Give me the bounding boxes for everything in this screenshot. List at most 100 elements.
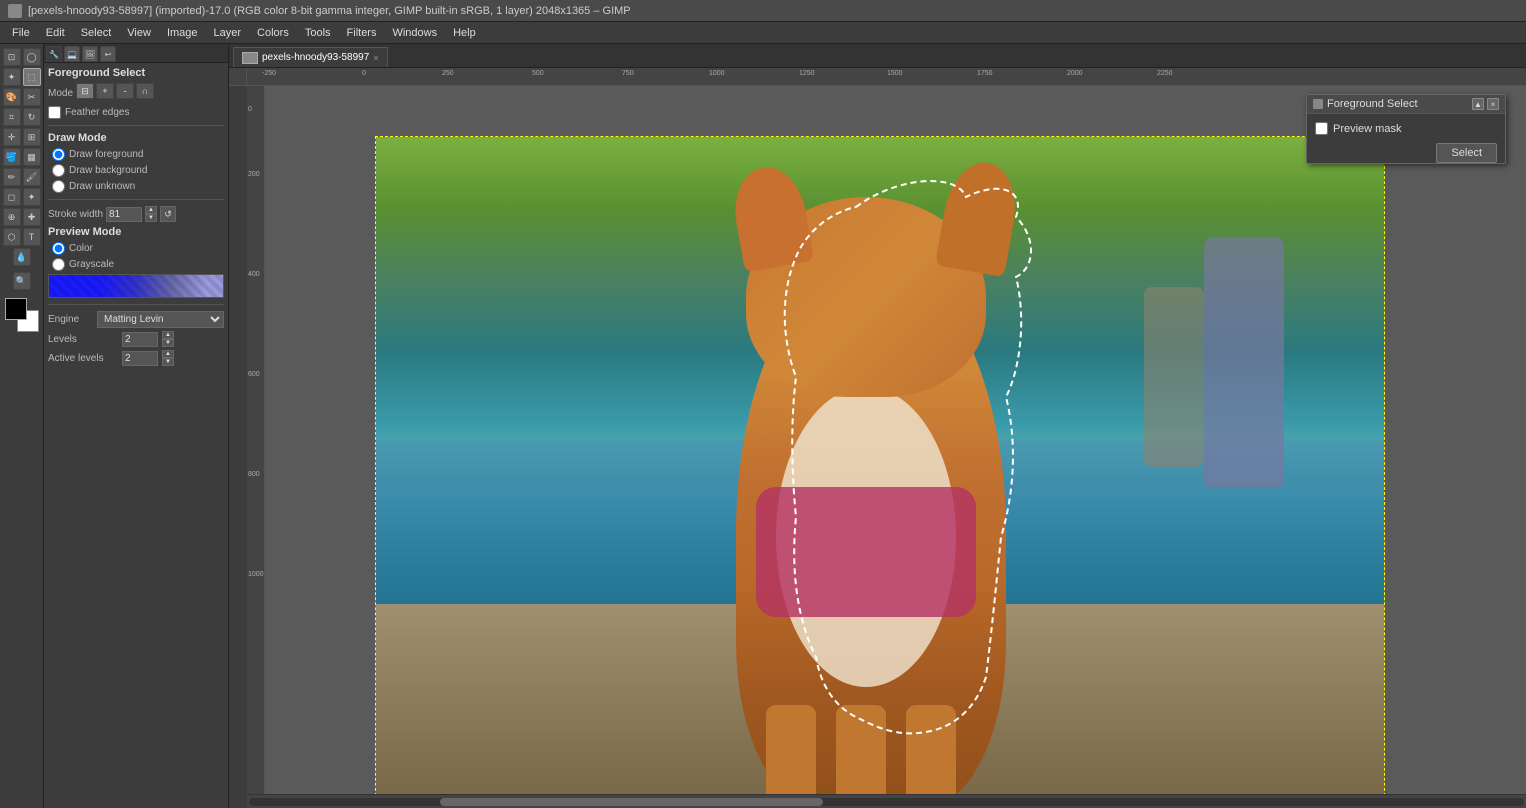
tool-row-8: ◻ ✦ <box>3 188 41 206</box>
tool-move[interactable]: ✛ <box>3 128 21 146</box>
dialog-title-bar: Foreground Select ▲ × <box>1307 95 1505 114</box>
stroke-spin: ▲ ▼ <box>145 206 157 222</box>
menu-windows[interactable]: Windows <box>384 25 445 41</box>
foreground-color-swatch[interactable] <box>5 298 27 320</box>
menu-view[interactable]: View <box>119 25 159 41</box>
preview-grayscale-radio[interactable] <box>52 258 65 271</box>
menu-layer[interactable]: Layer <box>206 25 250 41</box>
active-levels-input[interactable]: 2 <box>122 351 158 366</box>
canvas-tab-close[interactable]: × <box>373 53 378 63</box>
stroke-up[interactable]: ▲ <box>145 206 157 214</box>
dialog-minimize[interactable]: ▲ <box>1472 98 1484 110</box>
canvas-tab-preview <box>242 52 258 64</box>
tool-rotate[interactable]: ↻ <box>23 108 41 126</box>
select-button[interactable]: Select <box>1436 143 1497 163</box>
ruler-horizontal: -250 0 250 500 750 1000 1250 1500 1750 2… <box>247 68 1526 86</box>
stroke-width-row: Stroke width 81 ▲ ▼ ↺ <box>48 206 224 222</box>
tool-clone[interactable]: ⊕ <box>3 208 21 226</box>
tool-color-pick[interactable]: 💧 <box>13 248 31 266</box>
preview-mask-label: Preview mask <box>1333 123 1401 135</box>
divider-1 <box>48 125 224 126</box>
draw-mode-title: Draw Mode <box>48 132 224 144</box>
person-figure-2 <box>1144 287 1204 467</box>
tool-free-select[interactable]: ✦ <box>3 68 21 86</box>
feather-edges-checkbox[interactable] <box>48 106 61 119</box>
scroll-thumb-h[interactable] <box>440 798 823 806</box>
draw-unknown-label: Draw unknown <box>69 181 135 192</box>
menu-filters[interactable]: Filters <box>339 25 385 41</box>
feather-edges-label: Feather edges <box>65 107 130 118</box>
tab-tool-options[interactable]: 🔧 <box>46 46 62 62</box>
ruler-vertical: 0 200 400 600 800 1000 <box>247 86 265 794</box>
mode-label: Mode <box>48 88 73 99</box>
levels-input[interactable]: 2 <box>122 332 158 347</box>
engine-row: Engine Matting Levin Matting Global <box>48 311 224 328</box>
ruler-v-label-3: 600 <box>248 371 260 378</box>
levels-down[interactable]: ▼ <box>162 339 174 347</box>
menu-image[interactable]: Image <box>159 25 206 41</box>
tool-airbrush[interactable]: ✦ <box>23 188 41 206</box>
feather-edges-row: Feather edges <box>48 106 224 119</box>
ruler-h-container: -250 0 250 500 750 1000 1250 1500 1750 2… <box>247 68 1526 808</box>
draw-foreground-radio[interactable] <box>52 148 65 161</box>
menu-select[interactable]: Select <box>73 25 120 41</box>
mode-intersect[interactable]: ∩ <box>136 83 154 99</box>
tool-align[interactable]: ⊞ <box>23 128 41 146</box>
draw-background-row: Draw background <box>52 164 224 177</box>
menu-tools[interactable]: Tools <box>297 25 339 41</box>
mode-subtract[interactable]: - <box>116 83 134 99</box>
menu-edit[interactable]: Edit <box>38 25 73 41</box>
canvas-viewport[interactable]: Foreground Select ▲ × Preview <box>265 86 1526 794</box>
engine-label: Engine <box>48 314 93 325</box>
tool-scissors[interactable]: ✂ <box>23 88 41 106</box>
tool-perspective[interactable]: ⬡ <box>3 228 21 246</box>
tool-fuzzy-select[interactable]: ⬚ <box>23 68 41 86</box>
ruler-h-label-1: 0 <box>362 70 366 77</box>
preview-mode-title: Preview Mode <box>48 226 224 238</box>
menu-file[interactable]: File <box>4 25 38 41</box>
tool-pencil[interactable]: ✏ <box>3 168 21 186</box>
stroke-refresh[interactable]: ↺ <box>160 206 176 222</box>
stroke-width-input[interactable]: 81 <box>106 207 142 222</box>
menu-help[interactable]: Help <box>445 25 484 41</box>
active-levels-up[interactable]: ▲ <box>162 350 174 358</box>
tool-paint-bucket[interactable]: 🪣 <box>3 148 21 166</box>
tool-by-color[interactable]: 🎨 <box>3 88 21 106</box>
mode-replace[interactable]: ⊟ <box>76 83 94 99</box>
tool-rect-select[interactable]: ⊡ <box>3 48 21 66</box>
tool-eraser[interactable]: ◻ <box>3 188 21 206</box>
active-levels-down[interactable]: ▼ <box>162 358 174 366</box>
mode-add[interactable]: + <box>96 83 114 99</box>
tool-row-2: ✦ ⬚ <box>3 68 41 86</box>
tool-text[interactable]: T <box>23 228 41 246</box>
tab-device-status[interactable]: 💻 <box>64 46 80 62</box>
tool-row-4: ⌗ ↻ <box>3 108 41 126</box>
scroll-track-h[interactable] <box>249 798 1524 806</box>
ruler-v-and-canvas: 0 200 400 600 800 1000 <box>247 86 1526 794</box>
dialog-close[interactable]: × <box>1487 98 1499 110</box>
engine-select[interactable]: Matting Levin Matting Global <box>97 311 224 328</box>
draw-unknown-radio[interactable] <box>52 180 65 193</box>
image-bg <box>376 137 1384 794</box>
tool-crop[interactable]: ⌗ <box>3 108 21 126</box>
tab-images[interactable]: 🖼 <box>82 46 98 62</box>
canvas-tab-main[interactable]: pexels-hnoody93-58997 × <box>233 47 388 67</box>
active-levels-row: Active levels 2 ▲ ▼ <box>48 350 224 366</box>
ruler-v-label-4: 800 <box>248 471 260 478</box>
preview-mask-checkbox[interactable] <box>1315 122 1328 135</box>
preview-color-radio[interactable] <box>52 242 65 255</box>
levels-up[interactable]: ▲ <box>162 331 174 339</box>
ruler-h-label-10: 2250 <box>1157 70 1173 77</box>
tool-zoom[interactable]: 🔍 <box>13 272 31 290</box>
tool-blend[interactable]: ▦ <box>23 148 41 166</box>
tool-paintbrush[interactable]: 🖌 <box>23 168 41 186</box>
canvas-scrollbar-horizontal[interactable] <box>247 794 1526 808</box>
tab-undo[interactable]: ↩ <box>100 46 116 62</box>
stroke-down[interactable]: ▼ <box>145 214 157 222</box>
draw-background-radio[interactable] <box>52 164 65 177</box>
leg-2 <box>836 705 886 794</box>
preview-color-label: Color <box>69 243 93 254</box>
tool-heal[interactable]: ✚ <box>23 208 41 226</box>
tool-ellipse-select[interactable]: ◯ <box>23 48 41 66</box>
menu-colors[interactable]: Colors <box>249 25 297 41</box>
